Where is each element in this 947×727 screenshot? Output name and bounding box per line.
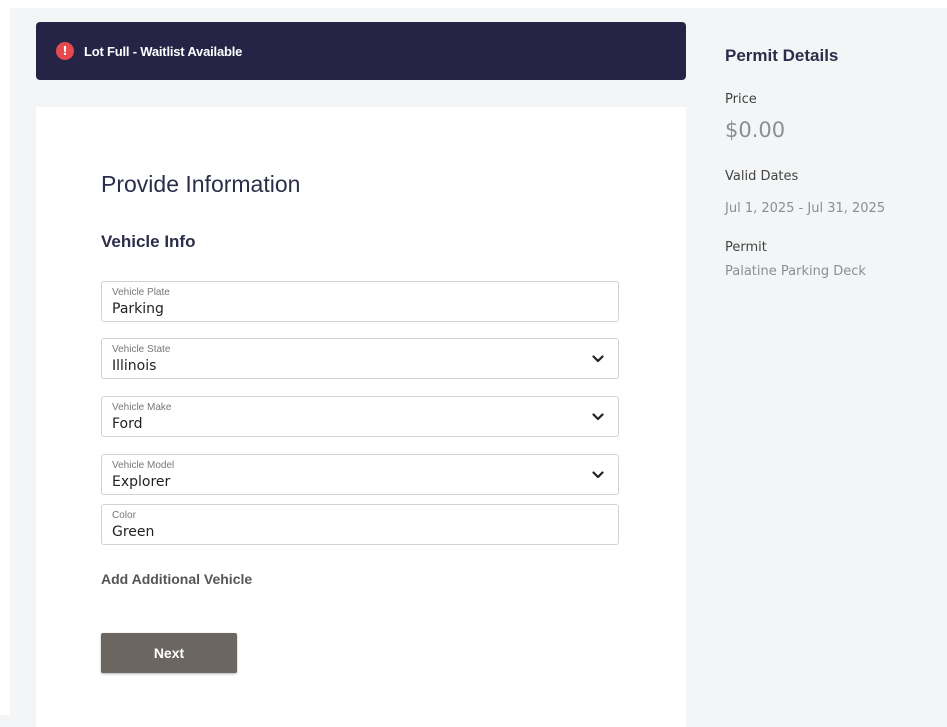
field-label: Vehicle State: [112, 344, 171, 355]
alert-text: Lot Full - Waitlist Available: [84, 43, 243, 59]
chevron-down-icon: [592, 471, 604, 479]
permit-value: Palatine Parking Deck: [725, 264, 866, 279]
field-value: Illinois: [112, 358, 157, 374]
valid-dates-value: Jul 1, 2025 - Jul 31, 2025: [725, 201, 886, 216]
price-value: $0.00: [725, 118, 786, 142]
field-label: Vehicle Plate: [112, 287, 170, 298]
next-button[interactable]: Next: [101, 633, 237, 673]
chevron-down-icon: [592, 413, 604, 421]
exclamation-icon: !: [56, 42, 74, 60]
vehicle-state-select[interactable]: Vehicle State Illinois: [101, 338, 619, 379]
field-label: Vehicle Make: [112, 402, 172, 413]
vehicle-plate-field[interactable]: Vehicle Plate Parking: [101, 281, 619, 322]
add-additional-vehicle-link[interactable]: Add Additional Vehicle: [101, 571, 252, 587]
vehicle-model-select[interactable]: Vehicle Model Explorer: [101, 454, 619, 495]
field-value: Green: [112, 524, 155, 540]
top-edge: [0, 0, 947, 8]
alert-banner: ! Lot Full - Waitlist Available: [36, 22, 686, 80]
vehicle-make-select[interactable]: Vehicle Make Ford: [101, 396, 619, 437]
chevron-down-icon: [592, 355, 604, 363]
valid-dates-label: Valid Dates: [725, 169, 799, 184]
section-title-vehicle-info: Vehicle Info: [101, 232, 196, 251]
form-card: Provide Information Vehicle Info Vehicle…: [36, 107, 686, 727]
page-title: Provide Information: [101, 171, 301, 197]
field-label: Vehicle Model: [112, 460, 175, 471]
permit-label: Permit: [725, 240, 767, 255]
permit-details-title: Permit Details: [725, 46, 839, 65]
color-field[interactable]: Color Green: [101, 504, 619, 545]
left-edge: [0, 0, 10, 715]
field-value: Explorer: [112, 474, 171, 490]
price-label: Price: [725, 92, 757, 107]
field-label: Color: [112, 510, 136, 521]
field-value: Ford: [112, 416, 143, 432]
field-value: Parking: [112, 301, 164, 317]
